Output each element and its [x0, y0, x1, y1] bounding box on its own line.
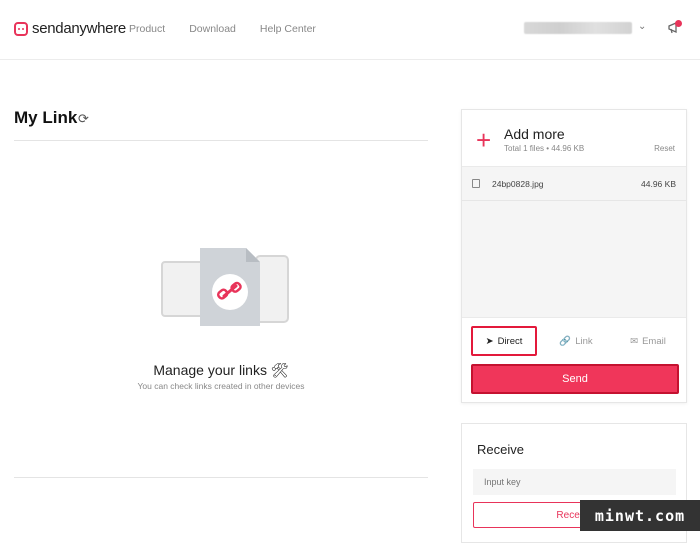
logo-text: sendanywhere: [32, 20, 126, 37]
link-devices-illustration: [161, 248, 289, 326]
divider: [14, 477, 428, 478]
reset-button[interactable]: Reset: [654, 144, 675, 153]
top-header: sendanywhere Product Download Help Cente…: [0, 0, 700, 60]
send-mode-tabs: ➤ Direct 🔗 Link ✉ Email: [462, 326, 686, 358]
empty-state-subtitle: You can check links created in other dev…: [137, 381, 305, 391]
link-icon: 🔗: [559, 335, 572, 347]
main-nav: Product Download Help Center: [129, 23, 340, 35]
add-more-button[interactable]: Add more: [504, 126, 565, 142]
input-key-field[interactable]: [473, 469, 676, 495]
nav-help-center[interactable]: Help Center: [260, 23, 316, 35]
paper-plane-icon: ➤: [485, 335, 494, 347]
nav-product[interactable]: Product: [129, 23, 165, 35]
file-total: Total 1 files • 44.96 KB: [504, 144, 585, 153]
file-row[interactable]: 24bp0828.jpg 44.96 KB: [462, 167, 686, 201]
logo[interactable]: sendanywhere: [14, 20, 126, 37]
refresh-icon[interactable]: ⟳: [78, 111, 89, 127]
empty-state-title: Manage your links 🛠: [153, 362, 289, 378]
tab-direct-label: Direct: [497, 335, 523, 347]
tab-link-label: Link: [575, 335, 593, 347]
nav-download[interactable]: Download: [189, 23, 236, 35]
file-list: 24bp0828.jpg 44.96 KB: [462, 166, 686, 318]
notification-badge: [675, 20, 682, 27]
tab-email-label: Email: [642, 335, 666, 347]
account-email-blurred[interactable]: [524, 22, 632, 34]
tab-link[interactable]: 🔗 Link: [550, 326, 602, 356]
receive-title: Receive: [477, 442, 524, 457]
tab-direct[interactable]: ➤ Direct: [471, 326, 537, 356]
file-name: 24bp0828.jpg: [492, 179, 544, 189]
envelope-icon: ✉: [630, 335, 639, 347]
watermark: minwt.com: [580, 500, 700, 531]
page-title: My Link: [14, 108, 78, 127]
logo-icon: [14, 21, 28, 36]
send-panel: + Add more Total 1 files • 44.96 KB Rese…: [461, 109, 687, 403]
tab-email[interactable]: ✉ Email: [618, 326, 678, 356]
image-icon: [472, 179, 480, 188]
plus-icon[interactable]: +: [476, 127, 491, 153]
divider: [14, 140, 428, 141]
send-button[interactable]: Send: [471, 364, 679, 394]
file-size: 44.96 KB: [641, 179, 676, 189]
chevron-down-icon[interactable]: ⌄: [638, 21, 646, 32]
